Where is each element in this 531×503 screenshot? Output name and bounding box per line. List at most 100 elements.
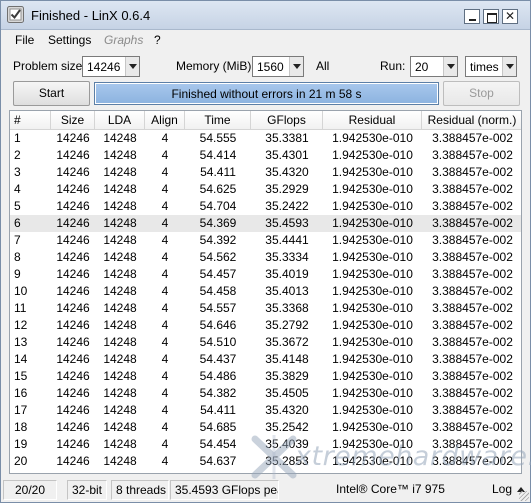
table-row[interactable]: 4 14246 14248 4 54.625 35.2929 1.942530e-010 3.… [10, 181, 521, 198]
column-header[interactable]: Residual (norm.) [422, 111, 521, 130]
table-row[interactable]: 13 14246 14248 4 54.510 35.3672 1.942530e-010 3… [10, 334, 521, 351]
table-header: # Size LDA Align Time GFlops Residual Residual … [10, 111, 521, 130]
memory-value: 1560 [257, 60, 284, 74]
column-header[interactable]: Time [185, 111, 251, 130]
minimize-icon[interactable] [464, 9, 480, 24]
run-unit-combo[interactable]: times [465, 56, 517, 77]
stop-button[interactable]: Stop [443, 81, 520, 106]
memory-combo[interactable]: 1560 [252, 56, 304, 77]
close-icon[interactable]: ✕ [502, 9, 518, 24]
column-header[interactable]: Align [145, 111, 185, 130]
chevron-down-icon[interactable] [289, 57, 303, 76]
run-count-value: 20 [415, 60, 429, 74]
table-cell: 4 [161, 148, 169, 162]
table-cell: 4 [161, 386, 169, 400]
menu-graphs[interactable]: Graphs [104, 33, 143, 47]
table-cell: 54.458 [199, 284, 237, 298]
table-row[interactable]: 18 14246 14248 4 54.685 35.2542 1.942530e-010 3… [10, 419, 521, 436]
table-row[interactable]: 11 14246 14248 4 54.557 35.3368 1.942530e-010 3… [10, 300, 521, 317]
table-cell: 14246 [56, 352, 90, 366]
table-row[interactable]: 7 14246 14248 4 54.392 35.4441 1.942530e-010 3.… [10, 232, 521, 249]
problem-size-combo[interactable]: 14246 [82, 56, 140, 77]
table-cell: 35.4039 [265, 437, 309, 451]
table-cell: 35.4441 [265, 233, 309, 247]
table-row[interactable]: 14 14246 14248 4 54.437 35.4148 1.942530e-010 3… [10, 351, 521, 368]
table-cell: 14246 [56, 199, 90, 213]
table-row[interactable]: 15 14246 14248 4 54.486 35.3829 1.942530e-010 3… [10, 368, 521, 385]
table-cell: 35.4593 [265, 216, 309, 230]
table-row[interactable]: 3 14246 14248 4 54.411 35.4320 1.942530e-010 3.… [10, 164, 521, 181]
table-cell: 4 [161, 437, 169, 451]
log-button[interactable]: Log [492, 480, 512, 498]
table-cell: 2 [14, 148, 21, 162]
column-header[interactable]: Size [51, 111, 95, 130]
table-cell: 1.942530e-010 [332, 165, 413, 179]
table-row[interactable]: 1 14246 14248 4 54.555 35.3381 1.942530e-010 3.… [10, 130, 521, 147]
table-cell: 4 [161, 250, 169, 264]
table-cell: 14246 [56, 216, 90, 230]
table-row[interactable]: 5 14246 14248 4 54.704 35.2422 1.942530e-010 3.… [10, 198, 521, 215]
table-cell: 1 [14, 131, 21, 145]
table-cell: 4 [161, 165, 169, 179]
table-row[interactable]: 16 14246 14248 4 54.382 35.4505 1.942530e-010 3… [10, 385, 521, 402]
table-row[interactable]: 12 14246 14248 4 54.646 35.2792 1.942530e-010 3… [10, 317, 521, 334]
menu-file[interactable]: File [15, 33, 34, 47]
table-cell: 4 [161, 131, 169, 145]
column-header[interactable]: GFlops [251, 111, 323, 130]
column-header[interactable]: Residual [323, 111, 422, 130]
progress-bar: Finished without errors in 21 m 58 s [94, 82, 439, 105]
table-row[interactable]: 17 14246 14248 4 54.411 35.4320 1.942530e-010 3… [10, 402, 521, 419]
table-cell: 14246 [56, 284, 90, 298]
table-cell: 3 [14, 165, 21, 179]
column-header[interactable]: LDA [95, 111, 145, 130]
table-cell: 14246 [56, 369, 90, 383]
table-cell: 14248 [103, 335, 137, 349]
peak-gflops: 35.4593 GFlops peak [170, 480, 279, 500]
table-cell: 14248 [103, 284, 137, 298]
chevron-down-icon[interactable] [443, 57, 457, 76]
run-label: Run: [380, 59, 406, 73]
title-bar[interactable]: Finished - LinX 0.6.4 ✕ [1, 1, 530, 30]
menu-settings[interactable]: Settings [48, 33, 91, 47]
table-row[interactable]: 9 14246 14248 4 54.457 35.4019 1.942530e-010 3.… [10, 266, 521, 283]
table-cell: 35.3672 [265, 335, 309, 349]
table-cell: 54.557 [199, 301, 237, 315]
table-row[interactable]: 2 14246 14248 4 54.414 35.4301 1.942530e-010 3.… [10, 147, 521, 164]
all-label[interactable]: All [316, 59, 329, 73]
results-table[interactable]: # Size LDA Align Time GFlops Residual Residual … [9, 110, 522, 474]
column-header[interactable]: # [10, 111, 51, 130]
table-cell: 9 [14, 267, 21, 281]
table-cell: 14246 [56, 301, 90, 315]
chevron-down-icon[interactable] [502, 57, 516, 76]
run-count-combo[interactable]: 20 [410, 56, 458, 77]
maximize-icon[interactable] [483, 9, 499, 24]
table-cell: 1.942530e-010 [332, 318, 413, 332]
table-row[interactable]: 8 14246 14248 4 54.562 35.3334 1.942530e-010 3.… [10, 249, 521, 266]
table-cell: 35.3368 [265, 301, 309, 315]
table-cell: 14248 [103, 352, 137, 366]
chevron-down-icon[interactable] [125, 57, 139, 76]
table-cell: 4 [161, 216, 169, 230]
menu-help[interactable]: ? [154, 33, 161, 47]
table-cell: 35.2542 [265, 420, 309, 434]
table-cell: 54.411 [200, 403, 236, 417]
table-cell: 54.437 [199, 352, 237, 366]
resize-grip[interactable] [519, 491, 529, 501]
table-cell: 54.510 [199, 335, 237, 349]
table-cell: 3.388457e-002 [432, 318, 513, 332]
start-button[interactable]: Start [13, 81, 90, 106]
table-cell: 1.942530e-010 [332, 233, 413, 247]
table-row[interactable]: 20 14246 14248 4 54.637 35.2853 1.942530e-010 3… [10, 453, 521, 470]
table-row[interactable]: 10 14246 14248 4 54.458 35.4013 1.942530e-010 3… [10, 283, 521, 300]
table-cell: 4 [161, 318, 169, 332]
table-cell: 14246 [56, 403, 90, 417]
table-cell: 54.685 [199, 420, 237, 434]
table-cell: 1.942530e-010 [332, 250, 413, 264]
table-cell: 10 [14, 284, 28, 298]
table-row[interactable]: 19 14246 14248 4 54.454 35.4039 1.942530e-010 3… [10, 436, 521, 453]
checkbox-app-icon [7, 6, 24, 23]
table-cell: 14248 [103, 369, 137, 383]
table-cell: 14248 [103, 318, 137, 332]
table-row[interactable]: 6 14246 14248 4 54.369 35.4593 1.942530e-010 3.… [10, 215, 521, 232]
table-cell: 54.704 [199, 199, 237, 213]
